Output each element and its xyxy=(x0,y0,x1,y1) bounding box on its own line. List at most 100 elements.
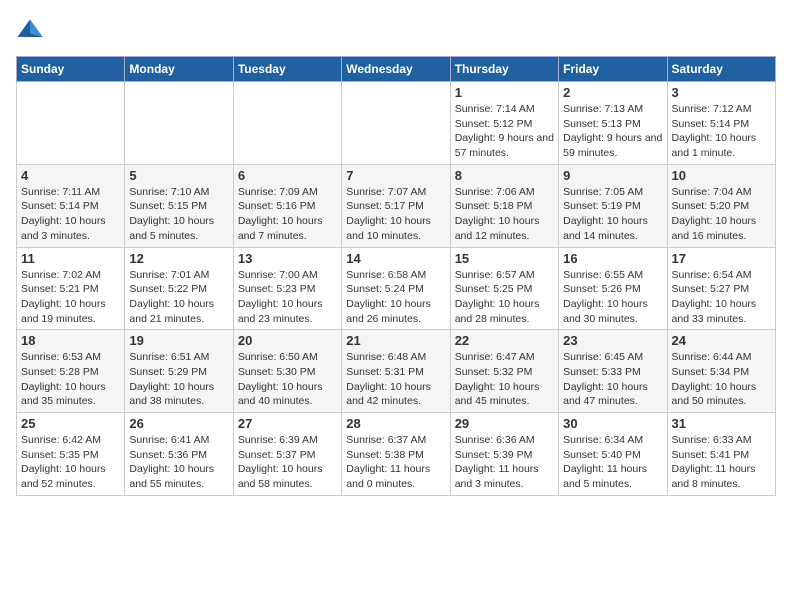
day-number: 29 xyxy=(455,416,554,431)
day-info: Sunrise: 7:05 AM Sunset: 5:19 PM Dayligh… xyxy=(563,185,662,244)
calendar-cell: 8Sunrise: 7:06 AM Sunset: 5:18 PM Daylig… xyxy=(450,164,558,247)
day-number: 28 xyxy=(346,416,445,431)
calendar-week-row: 1Sunrise: 7:14 AM Sunset: 5:12 PM Daylig… xyxy=(17,82,776,165)
day-number: 10 xyxy=(672,168,771,183)
day-number: 3 xyxy=(672,85,771,100)
day-number: 13 xyxy=(238,251,337,266)
calendar-cell: 1Sunrise: 7:14 AM Sunset: 5:12 PM Daylig… xyxy=(450,82,558,165)
day-info: Sunrise: 6:53 AM Sunset: 5:28 PM Dayligh… xyxy=(21,350,120,409)
day-info: Sunrise: 6:48 AM Sunset: 5:31 PM Dayligh… xyxy=(346,350,445,409)
weekday-header: Saturday xyxy=(667,57,775,82)
day-number: 19 xyxy=(129,333,228,348)
day-number: 25 xyxy=(21,416,120,431)
calendar-cell: 15 Sunrise: 6:57 AM Sunset: 5:25 PM Dayli… xyxy=(450,247,558,330)
calendar-cell: 11 Sunrise: 7:02 AM Sunset: 5:21 PM Dayli… xyxy=(17,247,125,330)
day-info: Sunrise: 7:04 AM Sunset: 5:20 PM Dayligh… xyxy=(672,185,771,244)
calendar-cell: 5Sunrise: 7:10 AM Sunset: 5:15 PM Daylig… xyxy=(125,164,233,247)
logo xyxy=(16,16,48,44)
day-number: 31 xyxy=(672,416,771,431)
calendar-cell: 7 Sunrise: 7:07 AM Sunset: 5:17 PM Daylig… xyxy=(342,164,450,247)
calendar-cell: 28 Sunrise: 6:37 AM Sunset: 5:38 PM Dayli… xyxy=(342,413,450,496)
calendar-table: SundayMondayTuesdayWednesdayThursdayFrid… xyxy=(16,56,776,496)
day-info: Sunrise: 7:01 AM Sunset: 5:22 PM Dayligh… xyxy=(129,268,228,327)
calendar-cell: 6Sunrise: 7:09 AM Sunset: 5:16 PM Daylig… xyxy=(233,164,341,247)
calendar-cell: 14 Sunrise: 6:58 AM Sunset: 5:24 PM Dayli… xyxy=(342,247,450,330)
calendar-cell: 13 Sunrise: 7:00 AM Sunset: 5:23 PM Dayli… xyxy=(233,247,341,330)
day-info: Sunrise: 6:55 AM Sunset: 5:26 PM Dayligh… xyxy=(563,268,662,327)
day-number: 30 xyxy=(563,416,662,431)
weekday-header: Sunday xyxy=(17,57,125,82)
day-info: Sunrise: 6:54 AM Sunset: 5:27 PM Dayligh… xyxy=(672,268,771,327)
day-info: Sunrise: 7:13 AM Sunset: 5:13 PM Dayligh… xyxy=(563,102,662,161)
weekday-header: Thursday xyxy=(450,57,558,82)
day-info: Sunrise: 6:57 AM Sunset: 5:25 PM Dayligh… xyxy=(455,268,554,327)
day-info: Sunrise: 7:12 AM Sunset: 5:14 PM Dayligh… xyxy=(672,102,771,161)
day-info: Sunrise: 6:50 AM Sunset: 5:30 PM Dayligh… xyxy=(238,350,337,409)
day-number: 18 xyxy=(21,333,120,348)
calendar-cell: 12 Sunrise: 7:01 AM Sunset: 5:22 PM Dayli… xyxy=(125,247,233,330)
weekday-header-row: SundayMondayTuesdayWednesdayThursdayFrid… xyxy=(17,57,776,82)
calendar-cell: 23Sunrise: 6:45 AM Sunset: 5:33 PM Dayli… xyxy=(559,330,667,413)
day-number: 24 xyxy=(672,333,771,348)
day-number: 8 xyxy=(455,168,554,183)
calendar-week-row: 18 Sunrise: 6:53 AM Sunset: 5:28 PM Dayli… xyxy=(17,330,776,413)
calendar-cell: 4 Sunrise: 7:11 AM Sunset: 5:14 PM Daylig… xyxy=(17,164,125,247)
day-info: Sunrise: 6:42 AM Sunset: 5:35 PM Dayligh… xyxy=(21,433,120,492)
day-number: 14 xyxy=(346,251,445,266)
calendar-cell: 24 Sunrise: 6:44 AM Sunset: 5:34 PM Dayli… xyxy=(667,330,775,413)
day-info: Sunrise: 7:11 AM Sunset: 5:14 PM Dayligh… xyxy=(21,185,120,244)
logo-icon xyxy=(16,16,44,44)
day-info: Sunrise: 6:34 AM Sunset: 5:40 PM Dayligh… xyxy=(563,433,662,492)
calendar-cell: 10 Sunrise: 7:04 AM Sunset: 5:20 PM Dayli… xyxy=(667,164,775,247)
calendar-cell: 9 Sunrise: 7:05 AM Sunset: 5:19 PM Daylig… xyxy=(559,164,667,247)
day-number: 26 xyxy=(129,416,228,431)
calendar-cell: 31 Sunrise: 6:33 AM Sunset: 5:41 PM Dayli… xyxy=(667,413,775,496)
day-info: Sunrise: 7:00 AM Sunset: 5:23 PM Dayligh… xyxy=(238,268,337,327)
day-number: 1 xyxy=(455,85,554,100)
weekday-header: Friday xyxy=(559,57,667,82)
day-number: 20 xyxy=(238,333,337,348)
day-info: Sunrise: 6:44 AM Sunset: 5:34 PM Dayligh… xyxy=(672,350,771,409)
day-number: 21 xyxy=(346,333,445,348)
calendar-week-row: 4 Sunrise: 7:11 AM Sunset: 5:14 PM Daylig… xyxy=(17,164,776,247)
calendar-cell xyxy=(342,82,450,165)
day-number: 17 xyxy=(672,251,771,266)
day-number: 12 xyxy=(129,251,228,266)
calendar-cell: 19Sunrise: 6:51 AM Sunset: 5:29 PM Dayli… xyxy=(125,330,233,413)
calendar-cell xyxy=(17,82,125,165)
calendar-cell: 16 Sunrise: 6:55 AM Sunset: 5:26 PM Dayli… xyxy=(559,247,667,330)
calendar-cell: 20 Sunrise: 6:50 AM Sunset: 5:30 PM Dayli… xyxy=(233,330,341,413)
day-info: Sunrise: 6:39 AM Sunset: 5:37 PM Dayligh… xyxy=(238,433,337,492)
day-number: 11 xyxy=(21,251,120,266)
day-number: 16 xyxy=(563,251,662,266)
day-number: 7 xyxy=(346,168,445,183)
day-number: 15 xyxy=(455,251,554,266)
day-number: 9 xyxy=(563,168,662,183)
day-number: 2 xyxy=(563,85,662,100)
calendar-cell xyxy=(233,82,341,165)
day-info: Sunrise: 6:37 AM Sunset: 5:38 PM Dayligh… xyxy=(346,433,445,492)
calendar-week-row: 11 Sunrise: 7:02 AM Sunset: 5:21 PM Dayli… xyxy=(17,247,776,330)
weekday-header: Tuesday xyxy=(233,57,341,82)
day-info: Sunrise: 6:33 AM Sunset: 5:41 PM Dayligh… xyxy=(672,433,771,492)
day-info: Sunrise: 7:07 AM Sunset: 5:17 PM Dayligh… xyxy=(346,185,445,244)
page-header xyxy=(16,16,776,44)
calendar-cell: 25 Sunrise: 6:42 AM Sunset: 5:35 PM Dayli… xyxy=(17,413,125,496)
calendar-cell: 17 Sunrise: 6:54 AM Sunset: 5:27 PM Dayli… xyxy=(667,247,775,330)
day-number: 6 xyxy=(238,168,337,183)
calendar-cell: 18 Sunrise: 6:53 AM Sunset: 5:28 PM Dayli… xyxy=(17,330,125,413)
day-number: 27 xyxy=(238,416,337,431)
day-info: Sunrise: 6:47 AM Sunset: 5:32 PM Dayligh… xyxy=(455,350,554,409)
day-info: Sunrise: 7:02 AM Sunset: 5:21 PM Dayligh… xyxy=(21,268,120,327)
day-info: Sunrise: 6:36 AM Sunset: 5:39 PM Dayligh… xyxy=(455,433,554,492)
calendar-cell: 22 Sunrise: 6:47 AM Sunset: 5:32 PM Dayli… xyxy=(450,330,558,413)
calendar-cell: 2 Sunrise: 7:13 AM Sunset: 5:13 PM Daylig… xyxy=(559,82,667,165)
day-info: Sunrise: 6:58 AM Sunset: 5:24 PM Dayligh… xyxy=(346,268,445,327)
day-number: 23 xyxy=(563,333,662,348)
calendar-cell: 30 Sunrise: 6:34 AM Sunset: 5:40 PM Dayli… xyxy=(559,413,667,496)
day-number: 22 xyxy=(455,333,554,348)
weekday-header: Wednesday xyxy=(342,57,450,82)
calendar-cell: 21 Sunrise: 6:48 AM Sunset: 5:31 PM Dayli… xyxy=(342,330,450,413)
day-number: 4 xyxy=(21,168,120,183)
calendar-cell: 3 Sunrise: 7:12 AM Sunset: 5:14 PM Daylig… xyxy=(667,82,775,165)
